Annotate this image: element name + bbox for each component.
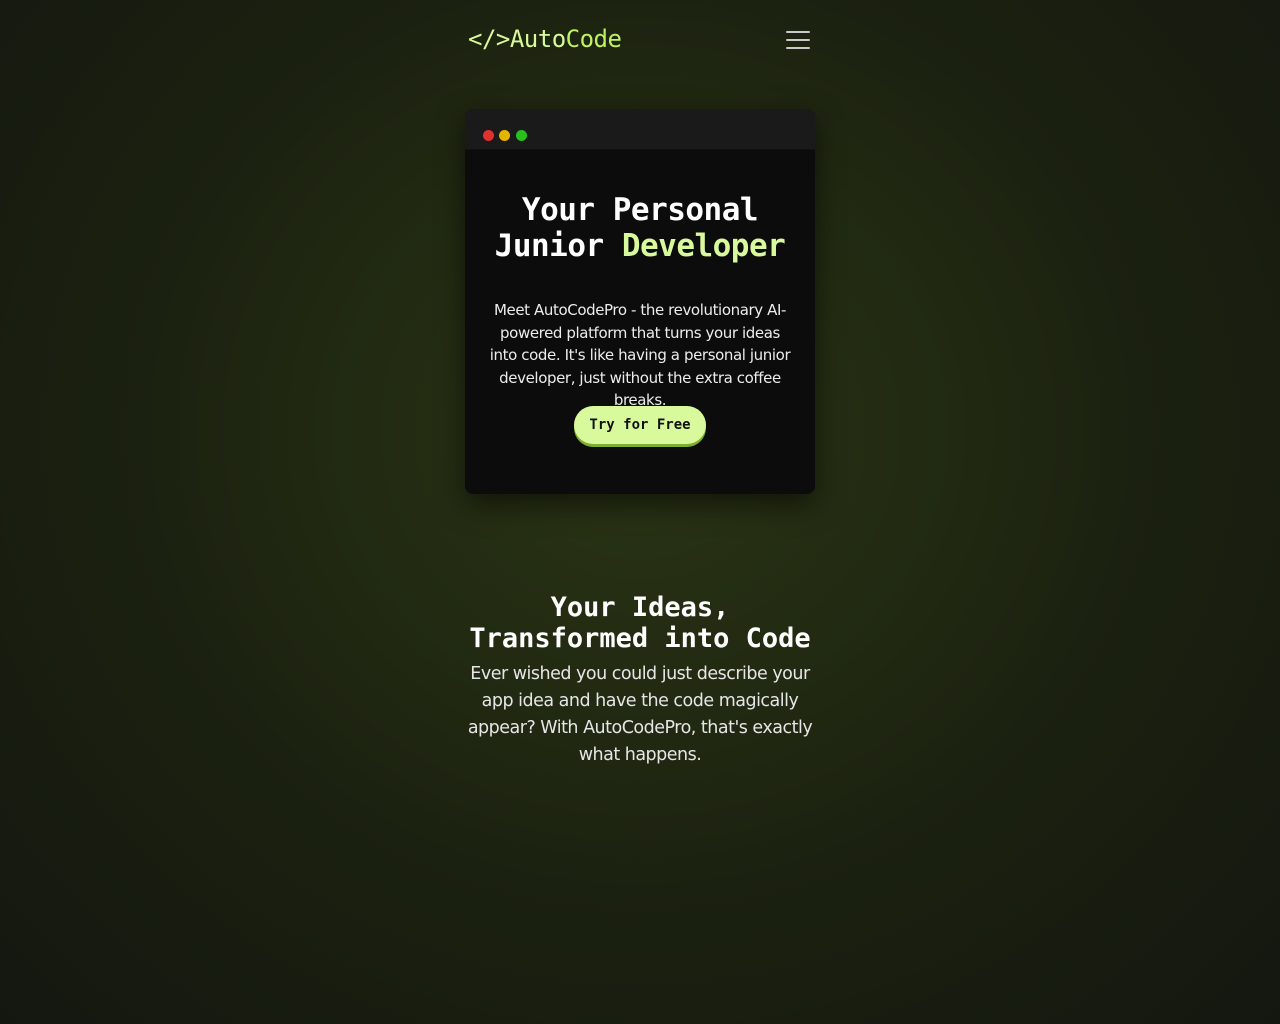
try-for-free-button[interactable]: Try for Free [574, 406, 706, 444]
logo-code-icon: </> [468, 25, 510, 53]
logo-text-code: Code [565, 25, 622, 53]
hero-title: Your Personal Junior Developer [465, 192, 815, 264]
logo[interactable]: </>AutoCode [468, 24, 622, 54]
hero-window: Your Personal Junior Developer Meet Auto… [465, 109, 815, 494]
window-titlebar [465, 109, 815, 150]
hero-title-line1: Your Personal [521, 192, 759, 228]
hamburger-menu-icon[interactable] [786, 30, 810, 50]
menu-bar [786, 47, 810, 49]
features-description: Ever wished you could just describe your… [467, 664, 813, 765]
window-close-dot-icon [483, 130, 494, 141]
hero-title-line2-plain: Junior [494, 228, 622, 264]
features-title-line2: Transformed into Code [469, 623, 811, 654]
features-title: Your Ideas, Transformed into Code [440, 592, 840, 654]
menu-bar [786, 31, 810, 33]
hero-title-accent: Developer [621, 228, 786, 264]
menu-bar [786, 39, 810, 41]
hero-description: Meet AutoCodePro - the revolutionary AI-… [489, 301, 791, 409]
site-header: </>AutoCode [465, 22, 815, 58]
features-title-line1: Your Ideas, [550, 592, 730, 623]
logo-text-auto: Auto [509, 25, 566, 53]
window-minimize-dot-icon [499, 130, 510, 141]
window-maximize-dot-icon [516, 130, 527, 141]
